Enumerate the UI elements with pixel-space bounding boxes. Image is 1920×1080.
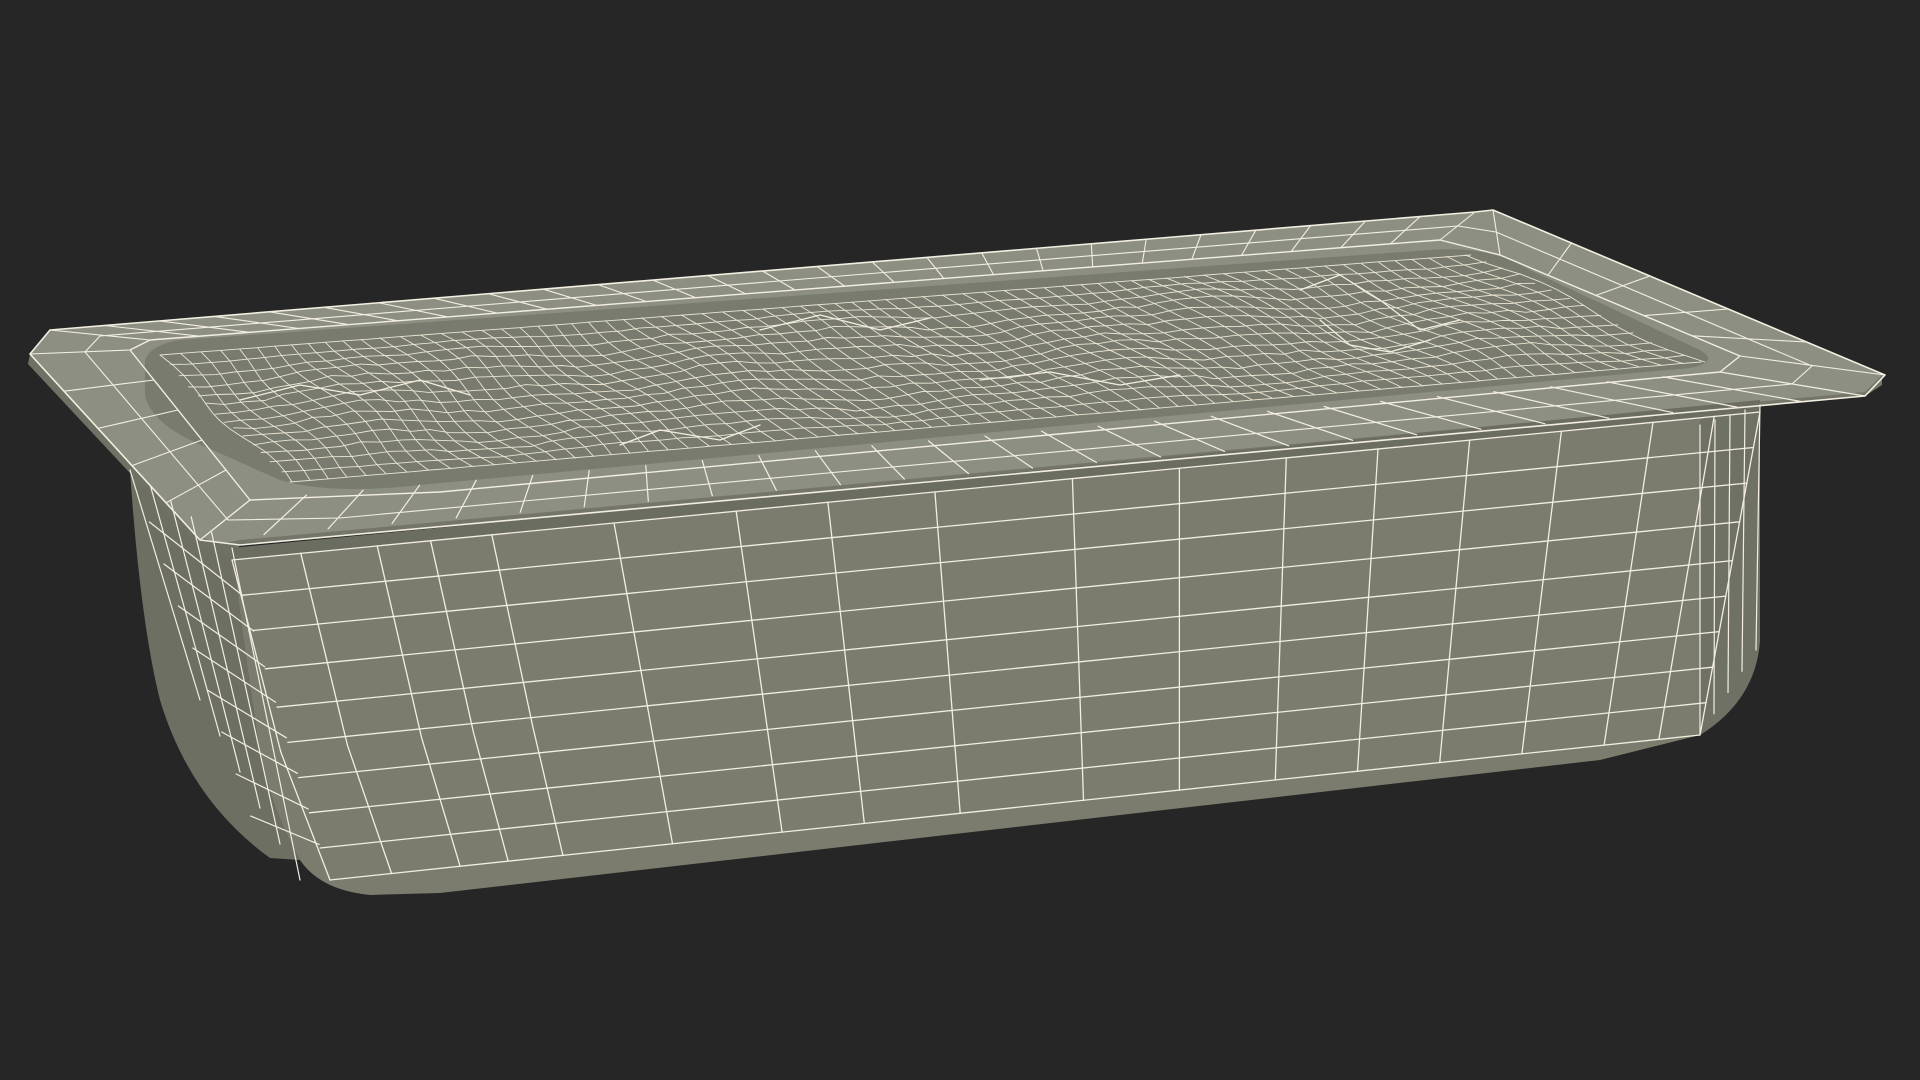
tray-wireframe-render (0, 0, 1920, 1080)
viewport (0, 0, 1920, 1080)
